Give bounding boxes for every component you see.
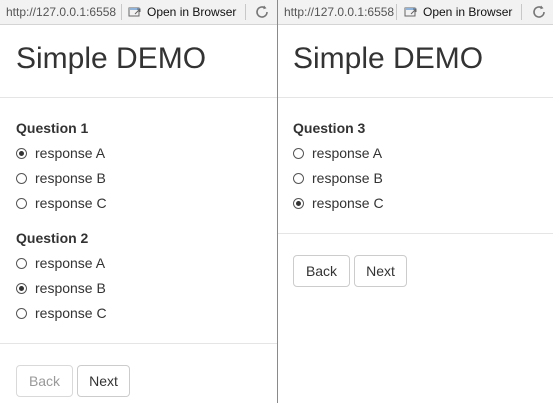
toolbar-separator [245, 4, 246, 20]
back-button[interactable]: Back [16, 365, 73, 397]
radio-label: response A [312, 145, 383, 161]
radio-label: response B [35, 280, 106, 296]
radio-option[interactable]: response A [16, 254, 105, 272]
page-content: Simple DEMO Question 3 response A respon… [278, 25, 553, 403]
radio-option[interactable]: response A [16, 144, 105, 162]
question-label: Question 3 [293, 120, 366, 136]
open-in-browser-button[interactable]: Open in Browser [404, 3, 512, 21]
open-in-browser-button[interactable]: Open in Browser [128, 3, 236, 21]
back-button[interactable]: Back [293, 255, 350, 287]
radio-button-checked[interactable] [293, 197, 304, 209]
radio-option[interactable]: response B [293, 169, 383, 187]
viewer-toolbar: http://127.0.0.1:6558 Open in Browser [0, 0, 277, 25]
url-text: http://127.0.0.1:6558 [6, 5, 117, 19]
title-divider [0, 97, 277, 98]
radio-option[interactable]: response B [16, 279, 106, 297]
radio-button[interactable] [16, 307, 27, 319]
open-in-browser-label: Open in Browser [147, 5, 237, 19]
radio-button[interactable] [293, 147, 304, 159]
toolbar-separator [396, 4, 397, 20]
open-in-browser-icon [128, 7, 141, 17]
viewer-toolbar: http://127.0.0.1:6558 Open in Browser [278, 0, 553, 25]
radio-option[interactable]: response C [16, 304, 107, 322]
question-label: Question 2 [16, 230, 89, 246]
radio-label: response A [35, 145, 106, 161]
open-in-browser-icon [404, 7, 417, 17]
radio-button[interactable] [16, 197, 27, 209]
radio-label: response C [35, 195, 107, 211]
radio-button-checked[interactable] [16, 282, 27, 294]
next-button[interactable]: Next [77, 365, 130, 397]
app-stage: http://127.0.0.1:6558 Open in Browser Si… [0, 0, 553, 403]
toolbar-separator [121, 4, 122, 20]
radio-button[interactable] [16, 257, 27, 269]
url-text: http://127.0.0.1:6558 [284, 5, 395, 19]
radio-label: response B [312, 170, 383, 186]
radio-label: response B [35, 170, 106, 186]
radio-button[interactable] [293, 172, 304, 184]
radio-label: response C [312, 195, 384, 211]
refresh-icon[interactable] [254, 4, 270, 20]
next-button[interactable]: Next [354, 255, 407, 287]
radio-option[interactable]: response B [16, 169, 106, 187]
page-title: Simple DEMO [293, 42, 484, 75]
buttons-divider [0, 343, 277, 344]
left-viewer-window: http://127.0.0.1:6558 Open in Browser Si… [0, 0, 277, 403]
open-in-browser-label: Open in Browser [423, 5, 513, 19]
radio-label: response C [35, 305, 107, 321]
refresh-icon[interactable] [531, 4, 547, 20]
radio-label: response A [35, 255, 106, 271]
page-title: Simple DEMO [16, 42, 207, 75]
buttons-divider [278, 233, 553, 234]
toolbar-separator [521, 4, 522, 20]
radio-option[interactable]: response C [293, 194, 384, 212]
question-label: Question 1 [16, 120, 89, 136]
page-content: Simple DEMO Question 1 response A respon… [0, 25, 277, 403]
radio-option[interactable]: response C [16, 194, 107, 212]
radio-button[interactable] [16, 172, 27, 184]
radio-option[interactable]: response A [293, 144, 382, 162]
title-divider [278, 97, 553, 98]
right-viewer-window: http://127.0.0.1:6558 Open in Browser Si… [278, 0, 553, 403]
radio-button-checked[interactable] [16, 147, 27, 159]
